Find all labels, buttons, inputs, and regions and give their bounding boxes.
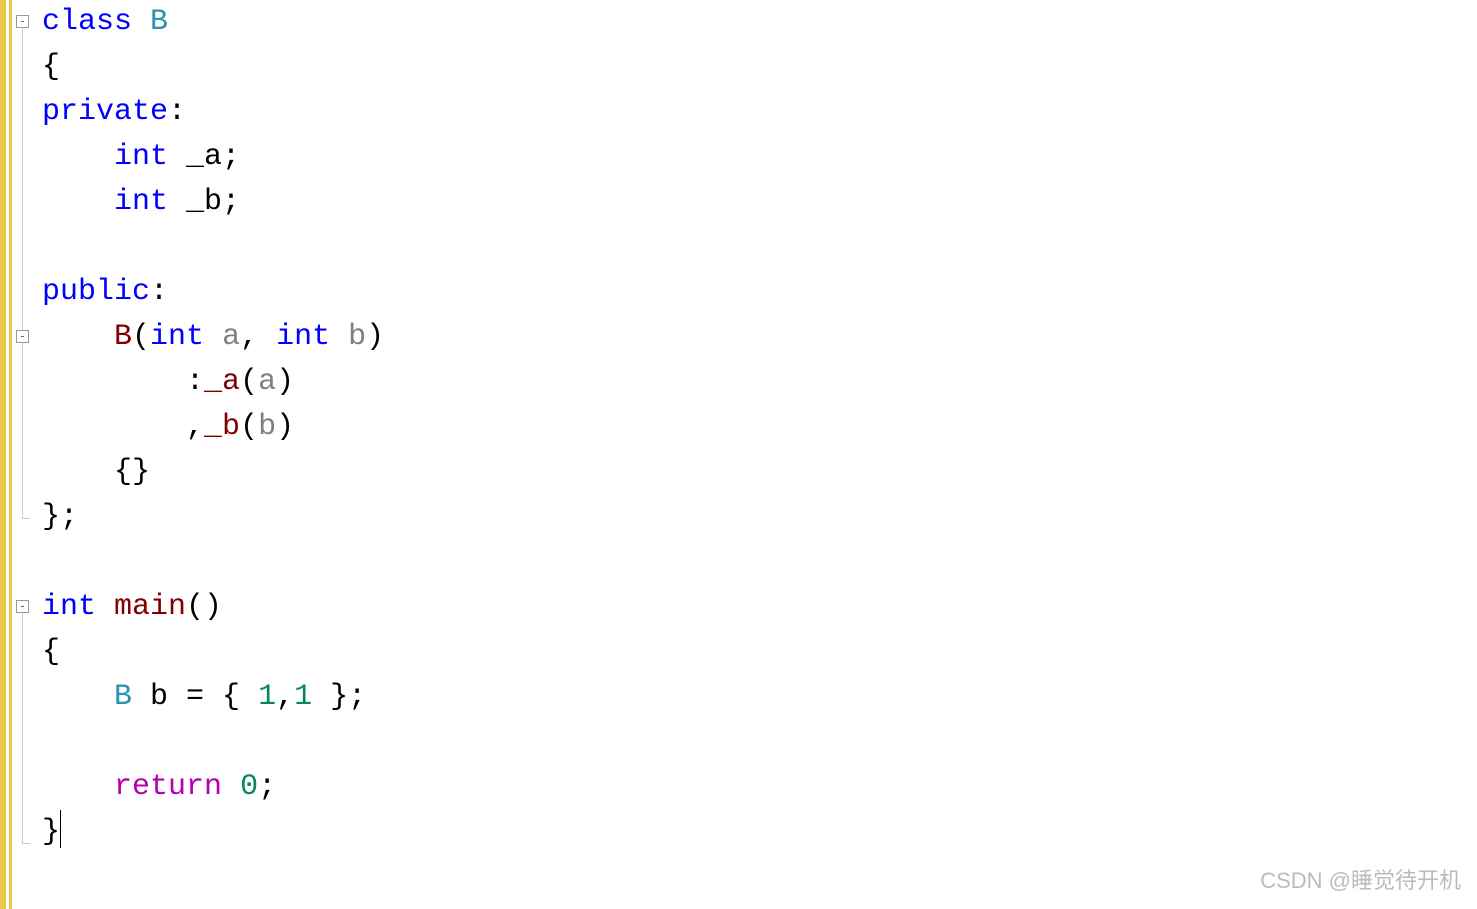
paren: ( (132, 320, 150, 354)
colon: : (168, 95, 186, 129)
var-decl: _b; (168, 185, 240, 219)
main-fn: main (114, 590, 186, 624)
code-line[interactable]: } (42, 810, 1477, 855)
indent (42, 680, 114, 714)
paren: ( (240, 410, 258, 444)
member: _a (204, 365, 240, 399)
indent (42, 185, 114, 219)
keyword-int: int (150, 320, 204, 354)
indent (42, 770, 114, 804)
number: 1 (258, 680, 276, 714)
fold-line-main (22, 613, 23, 843)
code-line[interactable]: { (42, 630, 1477, 675)
code-line[interactable]: }; (42, 495, 1477, 540)
code-line[interactable]: int _b; (42, 180, 1477, 225)
keyword-public: public (42, 275, 150, 309)
fold-toggle-class[interactable]: - (16, 15, 29, 28)
code-line[interactable]: ,_b(b) (42, 405, 1477, 450)
code-line-blank[interactable] (42, 540, 1477, 585)
type-name: B (114, 680, 132, 714)
keyword-int: int (42, 590, 96, 624)
code-line[interactable]: B b = { 1,1 }; (42, 675, 1477, 720)
code-editor[interactable]: - - - class B { private: int _a; int _b;… (0, 0, 1477, 909)
number: 1 (294, 680, 312, 714)
gutter-highlight-1 (0, 0, 6, 909)
parens: () (186, 590, 222, 624)
code-line[interactable]: class B (42, 0, 1477, 45)
var-decl: _a; (168, 140, 240, 174)
brace: { (42, 50, 60, 84)
code-line-blank[interactable] (42, 720, 1477, 765)
keyword-class: class (42, 5, 132, 39)
param: a (222, 320, 240, 354)
fold-toggle-main[interactable]: - (16, 600, 29, 613)
code-line[interactable]: int main() (42, 585, 1477, 630)
code-line[interactable]: B(int a, int b) (42, 315, 1477, 360)
text-cursor (60, 810, 61, 848)
indent: : (42, 365, 204, 399)
braces: {} (114, 455, 150, 489)
semicolon: ; (258, 770, 276, 804)
colon: : (150, 275, 168, 309)
code-line[interactable]: {} (42, 450, 1477, 495)
indent (42, 320, 114, 354)
keyword-int: int (276, 320, 330, 354)
param: b (258, 410, 276, 444)
brace: } (42, 815, 60, 849)
param: a (258, 365, 276, 399)
code-area[interactable]: class B { private: int _a; int _b; publi… (36, 0, 1477, 909)
code-line[interactable]: :_a(a) (42, 360, 1477, 405)
brace-semi: }; (42, 500, 78, 534)
brace: { (42, 635, 60, 669)
decl-end: }; (312, 680, 366, 714)
comma: , (276, 680, 294, 714)
indent: , (42, 410, 204, 444)
keyword-int: int (114, 185, 168, 219)
fold-column: - - - (12, 0, 36, 909)
fold-line-class (22, 28, 23, 518)
space (204, 320, 222, 354)
param: b (348, 320, 366, 354)
member: _b (204, 410, 240, 444)
code-line[interactable]: return 0; (42, 765, 1477, 810)
indent (42, 140, 114, 174)
comma: , (240, 320, 276, 354)
paren: ( (240, 365, 258, 399)
fold-end-class (22, 518, 30, 519)
keyword-int: int (114, 140, 168, 174)
space (330, 320, 348, 354)
code-line[interactable]: int _a; (42, 135, 1477, 180)
space (222, 770, 240, 804)
keyword-return: return (114, 770, 222, 804)
number: 0 (240, 770, 258, 804)
paren: ) (366, 320, 384, 354)
type-name: B (132, 5, 168, 39)
keyword-private: private (42, 95, 168, 129)
decl: b = { (132, 680, 258, 714)
indent (42, 455, 114, 489)
paren: ) (276, 365, 294, 399)
ctor-name: B (114, 320, 132, 354)
fold-end-main (22, 843, 30, 844)
space (96, 590, 114, 624)
code-line[interactable]: private: (42, 90, 1477, 135)
code-line[interactable]: { (42, 45, 1477, 90)
code-line-blank[interactable] (42, 225, 1477, 270)
code-line[interactable]: public: (42, 270, 1477, 315)
paren: ) (276, 410, 294, 444)
fold-toggle-ctor[interactable]: - (16, 330, 29, 343)
